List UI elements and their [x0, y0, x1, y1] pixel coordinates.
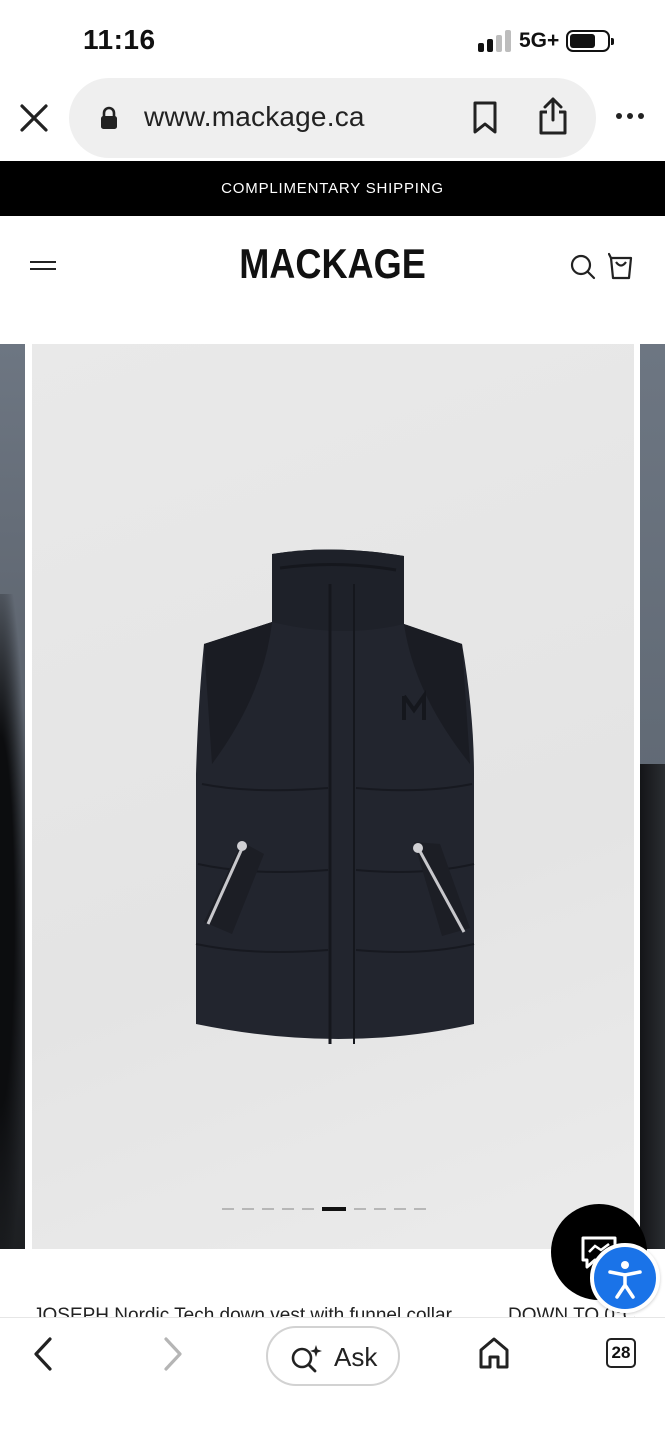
accessibility-button[interactable] [590, 1243, 660, 1313]
back-icon[interactable] [30, 1336, 58, 1372]
product-image-slide[interactable] [32, 344, 634, 1249]
share-icon[interactable] [536, 96, 570, 136]
browser-bottom-nav: Ask 28 [0, 1317, 665, 1440]
previous-slide-peek[interactable] [0, 344, 25, 1249]
cart-icon[interactable] [607, 252, 634, 280]
tabs-icon[interactable]: 28 [606, 1338, 636, 1368]
next-slide-peek[interactable] [640, 344, 665, 1249]
bookmark-icon[interactable] [470, 100, 500, 136]
announcement-bar[interactable]: COMPLIMENTARY SHIPPING [0, 161, 665, 216]
lock-icon [100, 106, 118, 130]
announcement-text: COMPLIMENTARY SHIPPING [221, 180, 444, 197]
site-header: MACKAGE [0, 216, 665, 316]
forward-icon[interactable] [158, 1336, 186, 1372]
more-icon[interactable] [614, 108, 648, 124]
ask-label: Ask [334, 1342, 378, 1372]
site-logo[interactable]: MACKAGE [47, 240, 619, 288]
product-name[interactable]: JOSEPH Nordic Tech down vest with funnel… [33, 1305, 452, 1317]
search-icon[interactable] [570, 254, 596, 280]
accessibility-icon [608, 1261, 642, 1299]
close-icon[interactable] [16, 100, 52, 136]
status-bar: 11:16 5G+ [0, 0, 665, 78]
carousel-indicator[interactable] [222, 1207, 426, 1211]
home-icon[interactable] [478, 1336, 510, 1370]
product-vest-image [195, 549, 475, 1044]
battery-icon [566, 30, 614, 52]
browser-toolbar: www.mackage.ca [0, 78, 665, 160]
status-time: 11:16 [83, 24, 156, 55]
url-text[interactable]: www.mackage.ca [144, 101, 365, 133]
tab-count: 28 [611, 1343, 631, 1362]
network-type: 5G+ [519, 29, 560, 52]
browser-page: 11:16 5G+ www.mackage.ca COMPLIMENTARY S… [0, 0, 665, 1440]
sparkle-search-icon [291, 1345, 322, 1373]
product-carousel[interactable] [0, 344, 665, 1249]
ask-button[interactable]: Ask [266, 1326, 400, 1386]
signal-icon [478, 30, 514, 52]
